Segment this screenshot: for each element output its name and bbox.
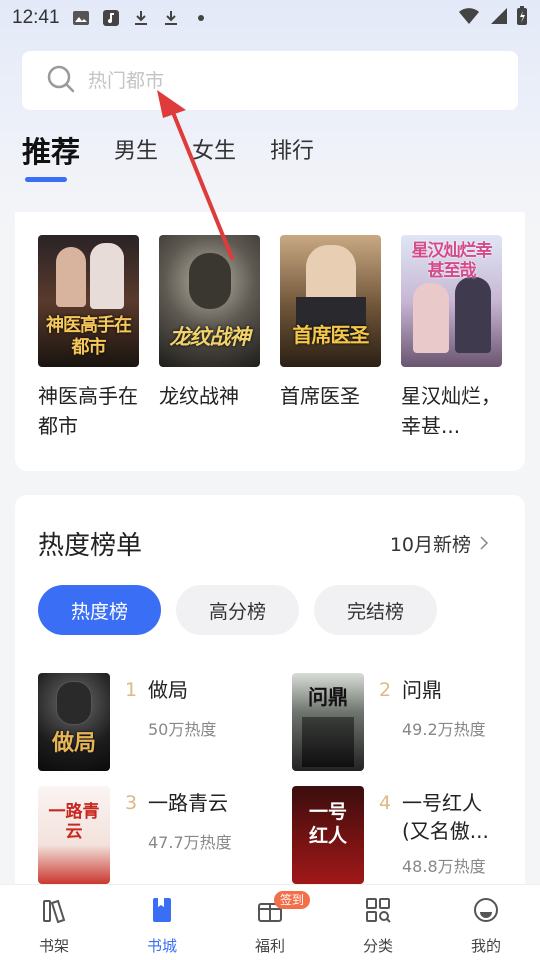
rank-book-title: 一路青云 [148,791,228,815]
tab-finished-rank[interactable]: 完结榜 [314,585,437,635]
tab-recommend[interactable]: 推荐 [22,132,80,182]
book-title: 星汉灿烂，幸甚... [401,384,501,438]
status-bar: 12:41 [0,0,540,36]
rank-book-title: 一号红人 [402,791,482,815]
bookshelf-icon [39,895,69,929]
checkin-badge: 签到 [274,891,311,909]
download-icon [162,9,180,27]
search-input[interactable] [88,69,468,92]
tab-male[interactable]: 男生 [114,132,158,172]
book-item[interactable]: 龙纹战神 龙纹战神 [159,235,260,441]
nav-bookshelf[interactable]: 书架 [0,885,108,960]
book-cover: 星汉灿烂幸甚至哉 [401,235,502,367]
recommended-books-card: 神医高手在都市 神医高手在都市 龙纹战神 龙纹战神 首席医圣 首席医圣 星汉灿烂… [15,212,525,471]
cover-title: 星汉灿烂幸甚至哉 [411,241,493,281]
rank-month-link[interactable]: 10月新榜 [390,530,491,557]
bottom-navigation: 书架 书城 签到 福利 分类 我的 [0,884,540,960]
cover-title: 问鼎 [308,685,348,709]
category-icon [363,895,393,929]
tab-hot-rank[interactable]: 热度榜 [38,585,161,635]
book-cover: 做局 [38,673,110,771]
search-bar[interactable] [22,51,518,110]
rank-list-item[interactable]: 一号红人 4 一号红人 (又名傲... 48.8万热度 [292,786,489,884]
nav-category[interactable]: 分类 [324,885,432,960]
nav-label: 分类 [362,937,393,955]
search-icon [46,64,76,98]
rank-list-item[interactable]: 一路青云 3 一路青云 47.7万热度 [38,786,232,884]
book-cover: 一号红人 [292,786,364,884]
category-tabs: 推荐 男生 女生 排行 [22,132,348,182]
book-cover: 神医高手在都市 [38,235,139,367]
section-title: 热度榜单 [38,531,143,561]
rank-month-label: 10月新榜 [389,534,471,556]
gallery-icon [72,9,90,27]
nav-label: 我的 [470,937,501,955]
rank-book-title: 问鼎 [402,678,442,702]
status-time: 12:41 [12,7,60,28]
rank-book-title-continued: (又名傲... [402,819,489,843]
rank-number: 3 [125,792,138,814]
book-item[interactable]: 神医高手在都市 神医高手在都市 [38,235,139,441]
chevron-right-icon [471,533,491,555]
book-title: 首席医圣 [280,384,360,408]
book-item[interactable]: 星汉灿烂幸甚至哉 星汉灿烂，幸甚... [401,235,502,441]
rank-heat-value: 47.7万热度 [148,833,232,852]
book-item[interactable]: 首席医圣 首席医圣 [280,235,381,441]
music-app-icon [102,9,120,27]
nav-label: 书城 [146,937,177,955]
rank-book-title: 做局 [148,678,188,702]
cover-title: 做局 [51,731,96,756]
nav-profile[interactable]: 我的 [432,885,540,960]
book-title: 龙纹战神 [159,384,239,408]
rank-list-item[interactable]: 做局 1 做局 50万热度 [38,673,216,771]
rank-heat-value: 48.8万热度 [402,857,486,876]
book-title: 神医高手在都市 [38,384,138,438]
book-cover: 问鼎 [292,673,364,771]
rank-list-item[interactable]: 问鼎 2 问鼎 49.2万热度 [292,673,486,771]
battery-icon [516,6,528,30]
cover-title: 首席医圣 [292,323,370,347]
rank-number: 1 [125,679,138,701]
download-icon [132,9,150,27]
book-cover: 首席医圣 [280,235,381,367]
book-cover: 龙纹战神 [159,235,260,367]
tab-score-rank[interactable]: 高分榜 [176,585,299,635]
nav-label: 福利 [254,937,285,955]
rank-type-tabs: 热度榜 高分榜 完结榜 [38,585,437,635]
rank-number: 4 [379,792,392,814]
signal-icon [488,7,508,29]
wifi-icon [458,7,480,29]
book-cover: 一路青云 [38,786,110,884]
cover-title: 龙纹战神 [169,325,251,349]
nav-welfare[interactable]: 签到 福利 [216,885,324,960]
rank-heat-value: 49.2万热度 [402,720,486,739]
nav-label: 书架 [38,937,69,955]
rank-number: 2 [379,679,392,701]
cover-title: 一路青云 [48,802,100,842]
rank-heat-value: 50万热度 [148,720,217,739]
cover-title: 神医高手在都市 [46,315,132,358]
cover-title: 一号红人 [308,801,347,847]
hot-ranking-card: 热度榜单 10月新榜 热度榜 高分榜 完结榜 做局 1 做局 50万热度 问鼎 … [15,495,525,895]
tab-ranking[interactable]: 排行 [270,132,314,172]
nav-bookstore[interactable]: 书城 [108,885,216,960]
tab-female[interactable]: 女生 [192,132,236,172]
bookstore-icon [147,895,177,929]
profile-icon [471,895,501,929]
dot-icon [192,9,210,27]
